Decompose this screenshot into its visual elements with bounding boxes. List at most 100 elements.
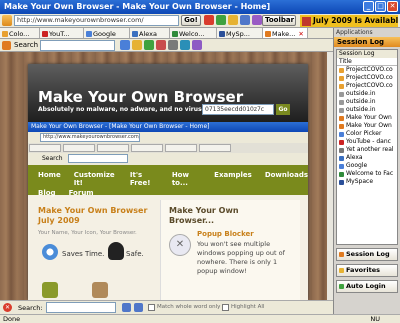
search-toolbar: Search bbox=[0, 39, 333, 52]
menu-customize[interactable]: Customize It! bbox=[74, 171, 117, 187]
address-bar[interactable]: http://www.makeyourownbrowser.com/ bbox=[14, 15, 179, 26]
inner-navbar: http://www.makeyourownbrowser.com/ bbox=[28, 132, 308, 143]
tab-2[interactable]: YouT... bbox=[40, 28, 84, 38]
clock-icon bbox=[42, 244, 58, 260]
page-icon bbox=[339, 123, 344, 129]
article-subline: Your Name, Your Icon, Your Browser. bbox=[38, 230, 137, 236]
find-prev-icon[interactable] bbox=[134, 303, 143, 312]
mail-icon[interactable] bbox=[180, 40, 190, 50]
match-whole-word-checkbox[interactable] bbox=[148, 304, 155, 311]
stop-icon[interactable] bbox=[204, 15, 214, 25]
code-go-button[interactable]: Go bbox=[276, 104, 290, 115]
list-item[interactable]: Color Picker bbox=[337, 130, 397, 138]
tab-favicon-icon bbox=[42, 30, 48, 37]
news-banner[interactable]: July 2009 Is Available bbox=[313, 16, 398, 25]
panel-column-header[interactable]: Title bbox=[337, 58, 397, 66]
site-header: Make Your Own Browser Absolutely no malw… bbox=[28, 64, 308, 122]
highlight-icon[interactable] bbox=[132, 40, 142, 50]
tab-5[interactable]: Welco... bbox=[170, 28, 217, 38]
site-menu: Home Customize It! It's Free! How to... … bbox=[28, 165, 308, 197]
favorites-button[interactable]: Favorites bbox=[336, 264, 398, 277]
popup-blocker-icon[interactable] bbox=[156, 40, 166, 50]
article-headline[interactable]: Make Your Own Browser July 2009 bbox=[38, 206, 148, 226]
popup-blocker-title: Popup Blocker bbox=[197, 230, 254, 238]
panel-subtitle: Session Log bbox=[337, 50, 397, 58]
feature-icon bbox=[42, 282, 58, 298]
menu-blog[interactable]: Blog bbox=[38, 189, 56, 197]
panel-title: Applications bbox=[336, 29, 373, 36]
page-icon bbox=[339, 139, 344, 145]
minimize-button[interactable]: _ bbox=[363, 1, 374, 12]
menu-howto[interactable]: How to... bbox=[172, 171, 201, 187]
navigation-toolbar: http://www.makeyourownbrowser.com/ Go! T… bbox=[0, 14, 400, 28]
vertical-scrollbar[interactable] bbox=[327, 52, 333, 300]
list-item[interactable]: Make Your Own bbox=[337, 114, 397, 122]
close-tab-icon[interactable]: ✕ bbox=[298, 29, 303, 39]
page-icon bbox=[339, 155, 344, 161]
find-next-icon[interactable] bbox=[122, 303, 131, 312]
find-input[interactable] bbox=[46, 302, 116, 313]
window-title: Make Your Own Browser - Make Your Own Br… bbox=[4, 2, 271, 11]
tab-3[interactable]: Google bbox=[84, 28, 130, 38]
tab-1[interactable]: Colo... bbox=[0, 28, 40, 38]
list-item[interactable]: ProjectCOVO.co bbox=[337, 66, 397, 74]
inner-titlebar: Make Your Own Browser - [Make Your Own B… bbox=[28, 122, 308, 132]
list-item[interactable]: YouTube - danc bbox=[337, 138, 397, 146]
list-item[interactable]: Google bbox=[337, 162, 397, 170]
tab-favicon-icon bbox=[265, 30, 271, 37]
list-item[interactable]: Make Your Own bbox=[337, 122, 397, 130]
site-page: Make Your Own Browser Absolutely no malw… bbox=[28, 64, 308, 300]
list-item[interactable]: outside.in bbox=[337, 98, 397, 106]
list-item[interactable]: Yet another real bbox=[337, 146, 397, 154]
auto-login-button[interactable]: Auto Login bbox=[336, 280, 398, 293]
highlight-all-checkbox[interactable] bbox=[222, 304, 229, 311]
match-whole-word-label: Match whole word only bbox=[157, 304, 221, 310]
menu-free[interactable]: It's Free! bbox=[130, 171, 159, 187]
menu-examples[interactable]: Examples bbox=[214, 171, 252, 187]
close-button[interactable]: ✕ bbox=[387, 1, 398, 12]
go-button[interactable]: Go! bbox=[181, 15, 201, 26]
favorites-icon[interactable] bbox=[252, 15, 262, 25]
maximize-button[interactable]: □ bbox=[375, 1, 386, 12]
code-input[interactable]: 07135eecdd010z7c bbox=[202, 104, 274, 115]
list-item[interactable]: outside.in bbox=[337, 90, 397, 98]
list-item[interactable]: ProjectCOVO.co bbox=[337, 74, 397, 82]
list-item[interactable]: outside.in bbox=[337, 106, 397, 114]
settings-icon[interactable] bbox=[168, 40, 178, 50]
feature-icon bbox=[92, 282, 108, 298]
home-icon[interactable] bbox=[228, 15, 238, 25]
menu-home[interactable]: Home bbox=[38, 171, 61, 187]
session-log-icon bbox=[339, 252, 344, 257]
inner-tab bbox=[165, 144, 197, 152]
tab-7-active[interactable]: Make... ✕ bbox=[263, 28, 308, 39]
tab-6[interactable]: MySp... bbox=[217, 28, 263, 38]
print-icon[interactable] bbox=[240, 15, 250, 25]
search-input[interactable] bbox=[40, 40, 115, 51]
inner-tab bbox=[131, 144, 163, 152]
history-icon[interactable] bbox=[192, 40, 202, 50]
list-item[interactable]: Welcome to Fac bbox=[337, 170, 397, 178]
menu-downloads[interactable]: Downloads bbox=[265, 171, 308, 187]
find-label: Search: bbox=[18, 304, 43, 312]
tab-4[interactable]: Alexa bbox=[130, 28, 170, 38]
list-item[interactable]: Alexa bbox=[337, 154, 397, 162]
refresh-icon[interactable] bbox=[216, 15, 226, 25]
search-label: Search bbox=[14, 41, 39, 49]
tab-favicon-icon bbox=[219, 30, 225, 37]
list-item[interactable]: MySpace bbox=[337, 178, 397, 186]
bookmark-icon[interactable] bbox=[144, 40, 154, 50]
star-icon bbox=[339, 268, 344, 273]
status-text: Done bbox=[3, 315, 21, 323]
session-log-button[interactable]: Session Log bbox=[336, 248, 398, 261]
menu-forum[interactable]: Forum bbox=[69, 189, 94, 197]
tab-favicon-icon bbox=[2, 30, 8, 37]
list-item[interactable]: ProjectCOVO.co bbox=[337, 82, 397, 90]
page-icon bbox=[339, 99, 344, 105]
search-go-icon[interactable] bbox=[120, 40, 130, 50]
page-icon bbox=[339, 91, 344, 97]
saves-time-label: Saves Time. bbox=[62, 250, 105, 258]
close-find-icon[interactable]: ✕ bbox=[3, 303, 12, 312]
toolbar-button[interactable]: Toolbar bbox=[262, 15, 296, 26]
page-icon bbox=[339, 115, 344, 121]
page-icon bbox=[339, 131, 344, 137]
